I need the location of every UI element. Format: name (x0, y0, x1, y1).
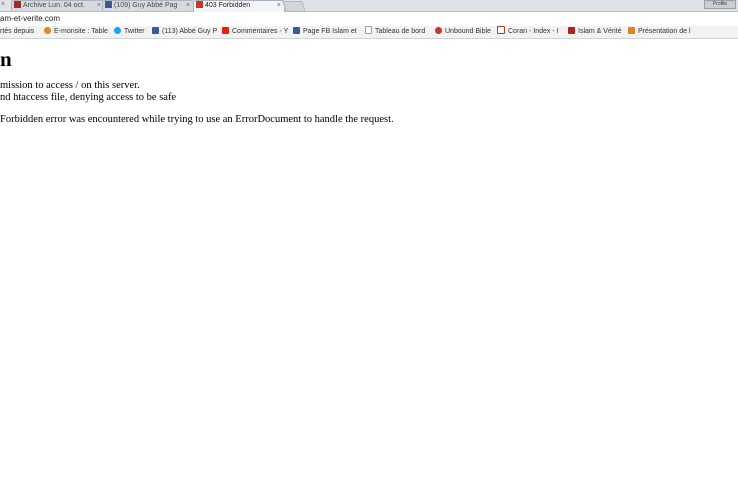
bookmark-item[interactable]: Commentaires - Y (222, 26, 288, 38)
tab-close-partial[interactable]: × (1, 0, 5, 10)
tab-archive[interactable]: Archive Lun. 04 oct. × (11, 0, 105, 11)
facebook-icon (152, 27, 159, 34)
bookmark-label: E-monsite : Table (54, 28, 108, 35)
error-document-message: Forbidden error was encountered while tr… (0, 114, 394, 125)
bookmark-item[interactable]: Islam & Vérité (568, 26, 622, 38)
bookmark-item[interactable]: Unbound Bible (435, 26, 491, 38)
address-bar[interactable]: am-et-verite.com (0, 12, 738, 25)
close-icon[interactable]: × (186, 1, 190, 11)
bookmark-item[interactable]: Présentation de l (628, 26, 691, 38)
bookmark-item[interactable]: E-monsite : Table (44, 26, 108, 38)
bookmark-label: Unbound Bible (445, 28, 491, 35)
page-icon (365, 26, 372, 34)
islam-verite-icon (568, 27, 575, 34)
close-icon[interactable]: × (97, 1, 101, 11)
bookmark-label: Coran - Index - I (508, 28, 559, 35)
bookmark-item[interactable]: Coran - Index - I (497, 26, 559, 38)
tab-title: (109) Guy Abbé Pag (114, 2, 178, 9)
bookmark-label: Commentaires - Y (232, 28, 289, 35)
bookmark-label: Tableau de bord (375, 28, 426, 35)
bookmark-label: Islam & Vérité (578, 28, 622, 35)
archive-favicon-icon (14, 1, 21, 8)
unbound-icon (435, 27, 442, 34)
tab-403-forbidden[interactable]: 403 Forbidden × (193, 0, 285, 12)
facebook-icon (293, 27, 300, 34)
presentation-icon (628, 27, 635, 34)
tab-title: 403 Forbidden (205, 2, 251, 9)
tab-facebook[interactable]: (109) Guy Abbé Pag × (102, 0, 194, 11)
bookmark-item[interactable]: Page FB Islam et (293, 26, 357, 38)
new-tab-button[interactable] (281, 1, 307, 12)
bookmark-label: rtés depuis (0, 28, 35, 35)
islam-verite-icon (196, 1, 203, 8)
bookmark-item[interactable]: Twitter (114, 26, 145, 38)
bookmark-item[interactable]: rtés depuis (0, 26, 34, 38)
facebook-icon (105, 1, 112, 8)
profile-button[interactable]: Profile (704, 0, 736, 9)
close-icon[interactable]: × (277, 1, 281, 11)
bookmark-item[interactable]: Tableau de bord (365, 26, 425, 38)
bookmark-label: (113) Abbé Guy P (162, 28, 218, 35)
twitter-icon (114, 27, 121, 34)
bookmark-label: Présentation de l (638, 28, 691, 35)
tab-strip: × Archive Lun. 04 oct. × (109) Guy Abbé … (0, 0, 738, 12)
emonsite-icon (44, 27, 51, 34)
bookmarks-bar: rtés depuis E-monsite : Table Twitter (1… (0, 26, 738, 39)
error-message: mission to access / on this server. nd h… (0, 80, 176, 104)
bookmark-label: Page FB Islam et (303, 28, 357, 35)
tab-title: Archive Lun. 04 oct. (23, 2, 85, 9)
url-text: am-et-verite.com (0, 14, 61, 23)
bookmark-label: Twitter (124, 28, 145, 35)
coran-icon (497, 26, 505, 34)
error-line-2: nd htaccess file, denying access to be s… (0, 92, 177, 103)
bookmark-item[interactable]: (113) Abbé Guy P (152, 26, 217, 38)
error-line-1: mission to access / on this server. (0, 80, 140, 91)
youtube-icon (222, 27, 229, 34)
page-title: n (0, 47, 12, 71)
